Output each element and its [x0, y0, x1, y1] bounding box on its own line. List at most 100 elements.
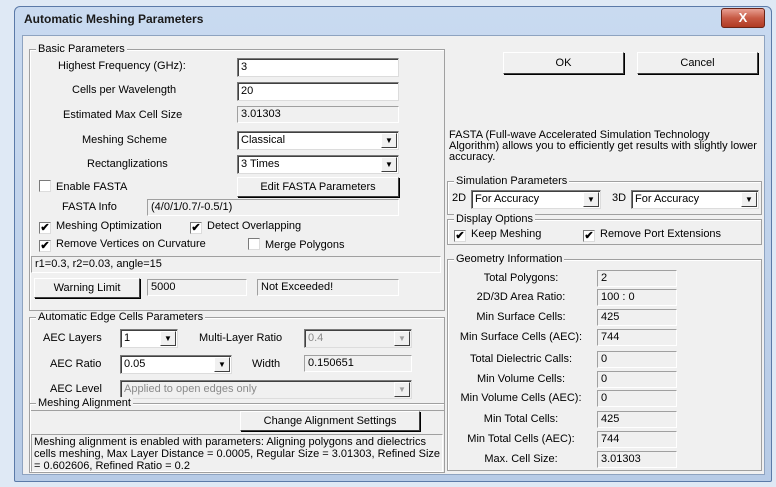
rectanglizations-label: Rectanglizations	[87, 158, 168, 170]
aec-ratio-value: 0.05	[124, 358, 146, 370]
meshing-optimization-checkbox[interactable]: ✔ Meshing Optimization	[39, 220, 162, 234]
close-icon: X	[738, 10, 748, 25]
geometry-label: Min Total Cells:	[483, 413, 559, 425]
merge-polygons-checkbox[interactable]: Merge Polygons	[248, 238, 345, 251]
aec-layers-label: AEC Layers	[43, 332, 102, 344]
detect-overlapping-label: Detect Overlapping	[207, 220, 302, 232]
width-label: Width	[252, 358, 281, 370]
merge-polygons-label: Merge Polygons	[265, 239, 345, 251]
cells-per-wavelength-input[interactable]: 20	[237, 82, 399, 101]
chevron-down-icon[interactable]: ▼	[160, 331, 176, 346]
width-value: 0.150651	[304, 355, 412, 372]
check-icon[interactable]: ✔	[190, 222, 202, 234]
display-options-legend: Display Options	[454, 213, 536, 225]
simulation-3d-label: 3D	[612, 192, 627, 204]
dialog-client: Basic Parameters Highest Frequency (GHz)…	[22, 35, 765, 475]
geometry-label: Min Surface Cells:	[476, 311, 566, 323]
remove-port-extensions-checkbox[interactable]: ✔ Remove Port Extensions	[583, 228, 721, 242]
chevron-down-icon[interactable]: ▼	[741, 192, 757, 207]
edit-fasta-button[interactable]: Edit FASTA Parameters	[237, 177, 399, 197]
enable-fasta-checkbox[interactable]: Enable FASTA	[39, 180, 127, 193]
geometry-label: Total Dielectric Calls:	[469, 353, 573, 365]
enable-fasta-label: Enable FASTA	[56, 181, 128, 193]
checkbox-box[interactable]	[248, 238, 260, 250]
display-options-group: Display Options ✔ Keep Meshing ✔ Remove Po…	[447, 213, 762, 245]
geometry-value: 425	[597, 411, 677, 428]
geometry-value: 3.01303	[597, 451, 677, 468]
meshing-scheme-select[interactable]: Classical ▼	[237, 131, 399, 150]
geometry-value: 2	[597, 270, 677, 287]
curvature-parameters: r1=0.3, r2=0.03, angle=15	[31, 256, 441, 273]
check-icon[interactable]: ✔	[39, 240, 51, 252]
highest-frequency-label: Highest Frequency (GHz):	[58, 60, 186, 72]
aec-parameters-legend: Automatic Edge Cells Parameters	[36, 311, 206, 323]
rectanglizations-select[interactable]: 3 Times ▼	[237, 155, 399, 174]
chevron-down-icon: ▼	[394, 331, 410, 346]
geometry-label: 2D/3D Area Ratio:	[476, 291, 566, 303]
remove-vertices-label: Remove Vertices on Curvature	[56, 238, 206, 250]
geometry-value: 0	[597, 390, 677, 407]
simulation-parameters-legend: Simulation Parameters	[454, 175, 570, 187]
checkbox-box[interactable]	[39, 180, 51, 192]
basic-parameters-group: Basic Parameters Highest Frequency (GHz)…	[29, 43, 445, 311]
fasta-description: FASTA (Full-wave Accelerated Simulation …	[449, 129, 757, 163]
meshing-alignment-group: Meshing Alignment Change Alignment Setti…	[29, 397, 445, 473]
meshing-alignment-legend: Meshing Alignment	[36, 397, 133, 409]
geometry-information-group: Geometry Information Total Polygons: 2 2D/…	[447, 253, 762, 471]
multi-layer-ratio-label: Multi-Layer Ratio	[199, 332, 283, 344]
multi-layer-ratio-select: 0.4 ▼	[304, 329, 412, 348]
close-button[interactable]: X	[721, 8, 765, 28]
geometry-value: 0	[597, 371, 677, 388]
detect-overlapping-checkbox[interactable]: ✔ Detect Overlapping	[190, 220, 301, 234]
chevron-down-icon[interactable]: ▼	[381, 157, 397, 172]
meshing-optimization-label: Meshing Optimization	[56, 220, 162, 232]
fasta-info-value: (4/0/1/0.7/-0.5/1)	[147, 199, 399, 216]
check-icon[interactable]: ✔	[454, 230, 466, 242]
aec-ratio-label: AEC Ratio	[50, 358, 102, 370]
aec-ratio-select[interactable]: 0.05 ▼	[120, 355, 232, 374]
meshing-scheme-label: Meshing Scheme	[82, 134, 167, 146]
geometry-label: Min Volume Cells:	[476, 373, 566, 385]
geometry-information-legend: Geometry Information	[454, 253, 565, 265]
simulation-3d-value: For Accuracy	[635, 193, 700, 205]
geometry-value: 425	[597, 309, 677, 326]
check-icon[interactable]: ✔	[583, 230, 595, 242]
multi-layer-ratio-value: 0.4	[308, 332, 324, 344]
aec-level-value: Applied to open edges only	[124, 383, 257, 395]
geometry-value: 0	[597, 351, 677, 368]
keep-meshing-label: Keep Meshing	[471, 228, 542, 240]
ok-button[interactable]: OK	[503, 52, 624, 74]
estimated-max-cell-label: Estimated Max Cell Size	[63, 109, 183, 121]
estimated-max-cell-value: 3.01303	[237, 106, 399, 123]
simulation-2d-value: For Accuracy	[475, 193, 540, 205]
cancel-button[interactable]: Cancel	[637, 52, 758, 74]
warning-limit-button[interactable]: Warning Limit	[34, 278, 140, 298]
chevron-down-icon: ▼	[394, 382, 410, 397]
warning-limit-value[interactable]: 5000	[147, 279, 247, 296]
highest-frequency-input[interactable]: 3	[237, 58, 399, 77]
rectanglizations-value: 3 Times	[241, 158, 280, 170]
aec-layers-value: 1	[124, 332, 131, 344]
check-icon[interactable]: ✔	[39, 222, 51, 234]
basic-parameters-legend: Basic Parameters	[36, 43, 127, 55]
chevron-down-icon[interactable]: ▼	[583, 192, 599, 207]
aec-level-label: AEC Level	[50, 383, 102, 395]
keep-meshing-checkbox[interactable]: ✔ Keep Meshing	[454, 228, 541, 242]
geometry-label: Min Total Cells (AEC):	[467, 433, 575, 445]
title-bar[interactable]: Automatic Meshing Parameters X	[15, 7, 771, 33]
geometry-label: Min Volume Cells (AEC):	[460, 392, 582, 404]
remove-vertices-checkbox[interactable]: ✔ Remove Vertices on Curvature	[39, 238, 206, 252]
geometry-label: Max. Cell Size:	[484, 453, 558, 465]
warning-status: Not Exceeded!	[257, 279, 399, 296]
chevron-down-icon[interactable]: ▼	[214, 357, 230, 372]
simulation-2d-label: 2D	[452, 192, 467, 204]
window-title: Automatic Meshing Parameters	[24, 12, 204, 26]
geometry-value: 100 : 0	[597, 289, 677, 306]
chevron-down-icon[interactable]: ▼	[381, 133, 397, 148]
aec-layers-select[interactable]: 1 ▼	[120, 329, 178, 348]
change-alignment-button[interactable]: Change Alignment Settings	[240, 411, 420, 431]
simulation-2d-select[interactable]: For Accuracy ▼	[471, 190, 601, 209]
meshing-scheme-value: Classical	[241, 134, 286, 146]
simulation-3d-select[interactable]: For Accuracy ▼	[631, 190, 759, 209]
geometry-value: 744	[597, 329, 677, 346]
